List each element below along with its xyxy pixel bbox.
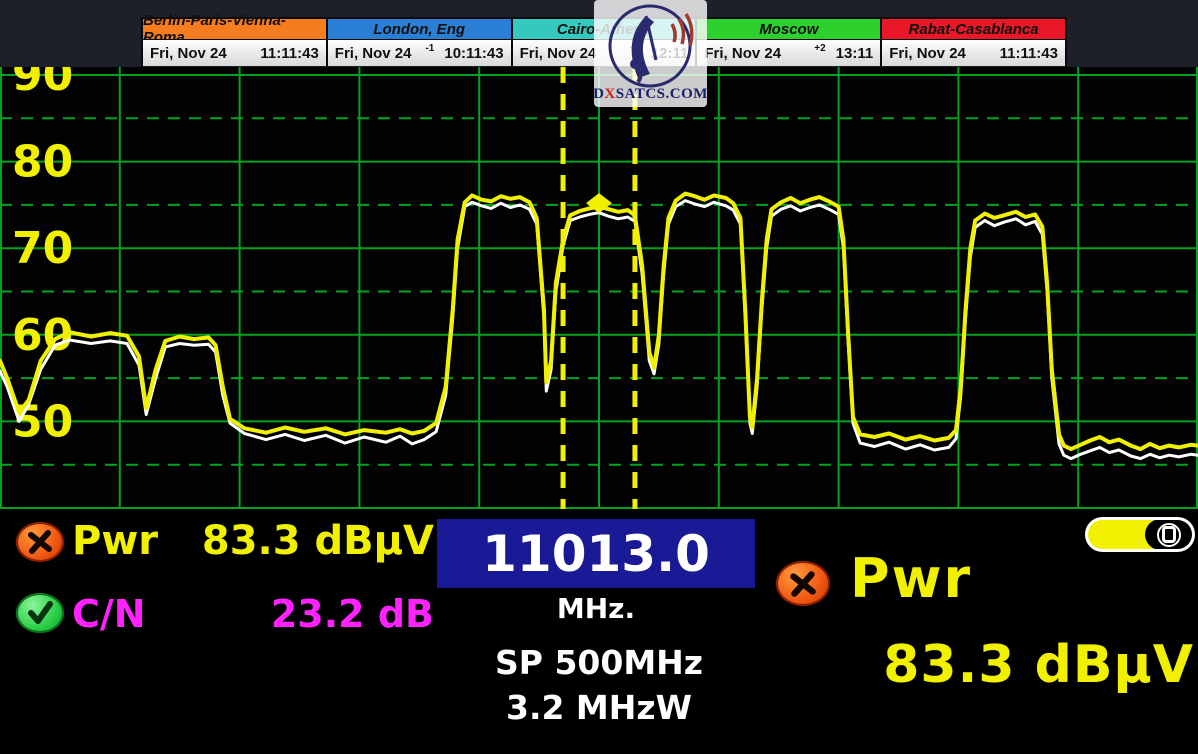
pwr-label-large: Pwr [850, 547, 972, 610]
clock-date: Fri, Nov 24 [335, 45, 412, 62]
pwr-status-x-icon-right [776, 561, 830, 606]
y-axis-tick-label: 50 [12, 396, 73, 447]
frequency-display[interactable]: 11013.0 [437, 519, 755, 588]
speaker-core-icon [1162, 526, 1176, 543]
clock-time-row: Fri, Nov 24 -1 10:11:43 [328, 40, 511, 66]
y-axis-tick-label: 70 [12, 223, 73, 274]
bandwidth-label: 3.2 MHzW [379, 688, 819, 727]
frequency-value: 11013.0 [482, 525, 710, 583]
frequency-unit: MHz. [437, 592, 755, 625]
clock-moscow: Moscow Fri, Nov 24 +2 13:11 [697, 19, 882, 68]
clock-london: London, Eng Fri, Nov 24 -1 10:11:43 [328, 19, 513, 68]
toggle-switch[interactable] [1085, 517, 1195, 552]
logo-d: D [593, 86, 604, 102]
clock-berlin: Berlin-Paris-Vienna-Roma Fri, Nov 24 11:… [143, 19, 328, 68]
toggle-knob[interactable] [1145, 519, 1193, 550]
clock-date: Fri, Nov 24 [889, 45, 966, 62]
clock-time-row: Fri, Nov 24 11:11:43 [882, 40, 1065, 66]
measurement-panel: Pwr 83.3 dBµV C/N 23.2 dB 11013.0 MHz. S… [0, 509, 1198, 754]
x-icon [25, 529, 55, 555]
pwr-status-x-icon [16, 522, 64, 562]
clock-time: 10:11:43 [444, 45, 503, 62]
spectrum-chart: 9080706050 [0, 67, 1198, 509]
clock-rabat: Rabat-Casablanca Fri, Nov 24 11:11:43 [882, 19, 1065, 68]
clock-time-row: Fri, Nov 24 +2 13:11 [697, 40, 880, 66]
clock-city-label: Rabat-Casablanca [882, 19, 1065, 40]
utc-offset: -1 [425, 43, 434, 54]
check-icon [25, 600, 55, 626]
spectrum-analyzer-screen: Berlin-Paris-Vienna-Roma Fri, Nov 24 11:… [0, 0, 1198, 754]
pwr-label: Pwr [72, 518, 158, 564]
clock-time: 11:11:43 [260, 45, 318, 62]
speaker-ring-icon [1157, 523, 1181, 547]
span-label: SP 500MHz [379, 643, 819, 682]
satellite-dish-icon [594, 0, 707, 88]
y-axis-tick-label: 90 [12, 67, 73, 101]
clock-time-row: Fri, Nov 24 11:11:43 [143, 40, 326, 66]
utc-offset: +2 [814, 43, 825, 54]
clock-date: Fri, Nov 24 [704, 45, 781, 62]
pwr-value-large: 83.3 dBµV [770, 635, 1194, 695]
clock-city-label: Berlin-Paris-Vienna-Roma [143, 19, 326, 40]
clock-city-label: Moscow [697, 19, 880, 40]
clock-time: 11:11:43 [1000, 45, 1058, 62]
clock-time: 13:11 [836, 45, 874, 62]
x-icon [787, 570, 819, 598]
logo-rest: SATCS.COM [616, 86, 708, 102]
cn-status-ok-icon [16, 593, 64, 633]
dxsatcs-logo: DXSATCS.COM [594, 0, 707, 107]
logo-x: X [604, 86, 615, 102]
cn-value: 23.2 dB [150, 592, 434, 636]
cn-label: C/N [72, 592, 146, 636]
y-axis-tick-label: 80 [12, 137, 73, 188]
pwr-value: 83.3 dBµV [150, 518, 434, 564]
spectrum-chart-svg: 9080706050 [0, 67, 1198, 509]
logo-text: DXSATCS.COM [593, 86, 708, 103]
clock-date: Fri, Nov 24 [150, 45, 227, 62]
clock-city-label: London, Eng [328, 19, 511, 40]
clock-date: Fri, Nov 24 [520, 45, 597, 62]
